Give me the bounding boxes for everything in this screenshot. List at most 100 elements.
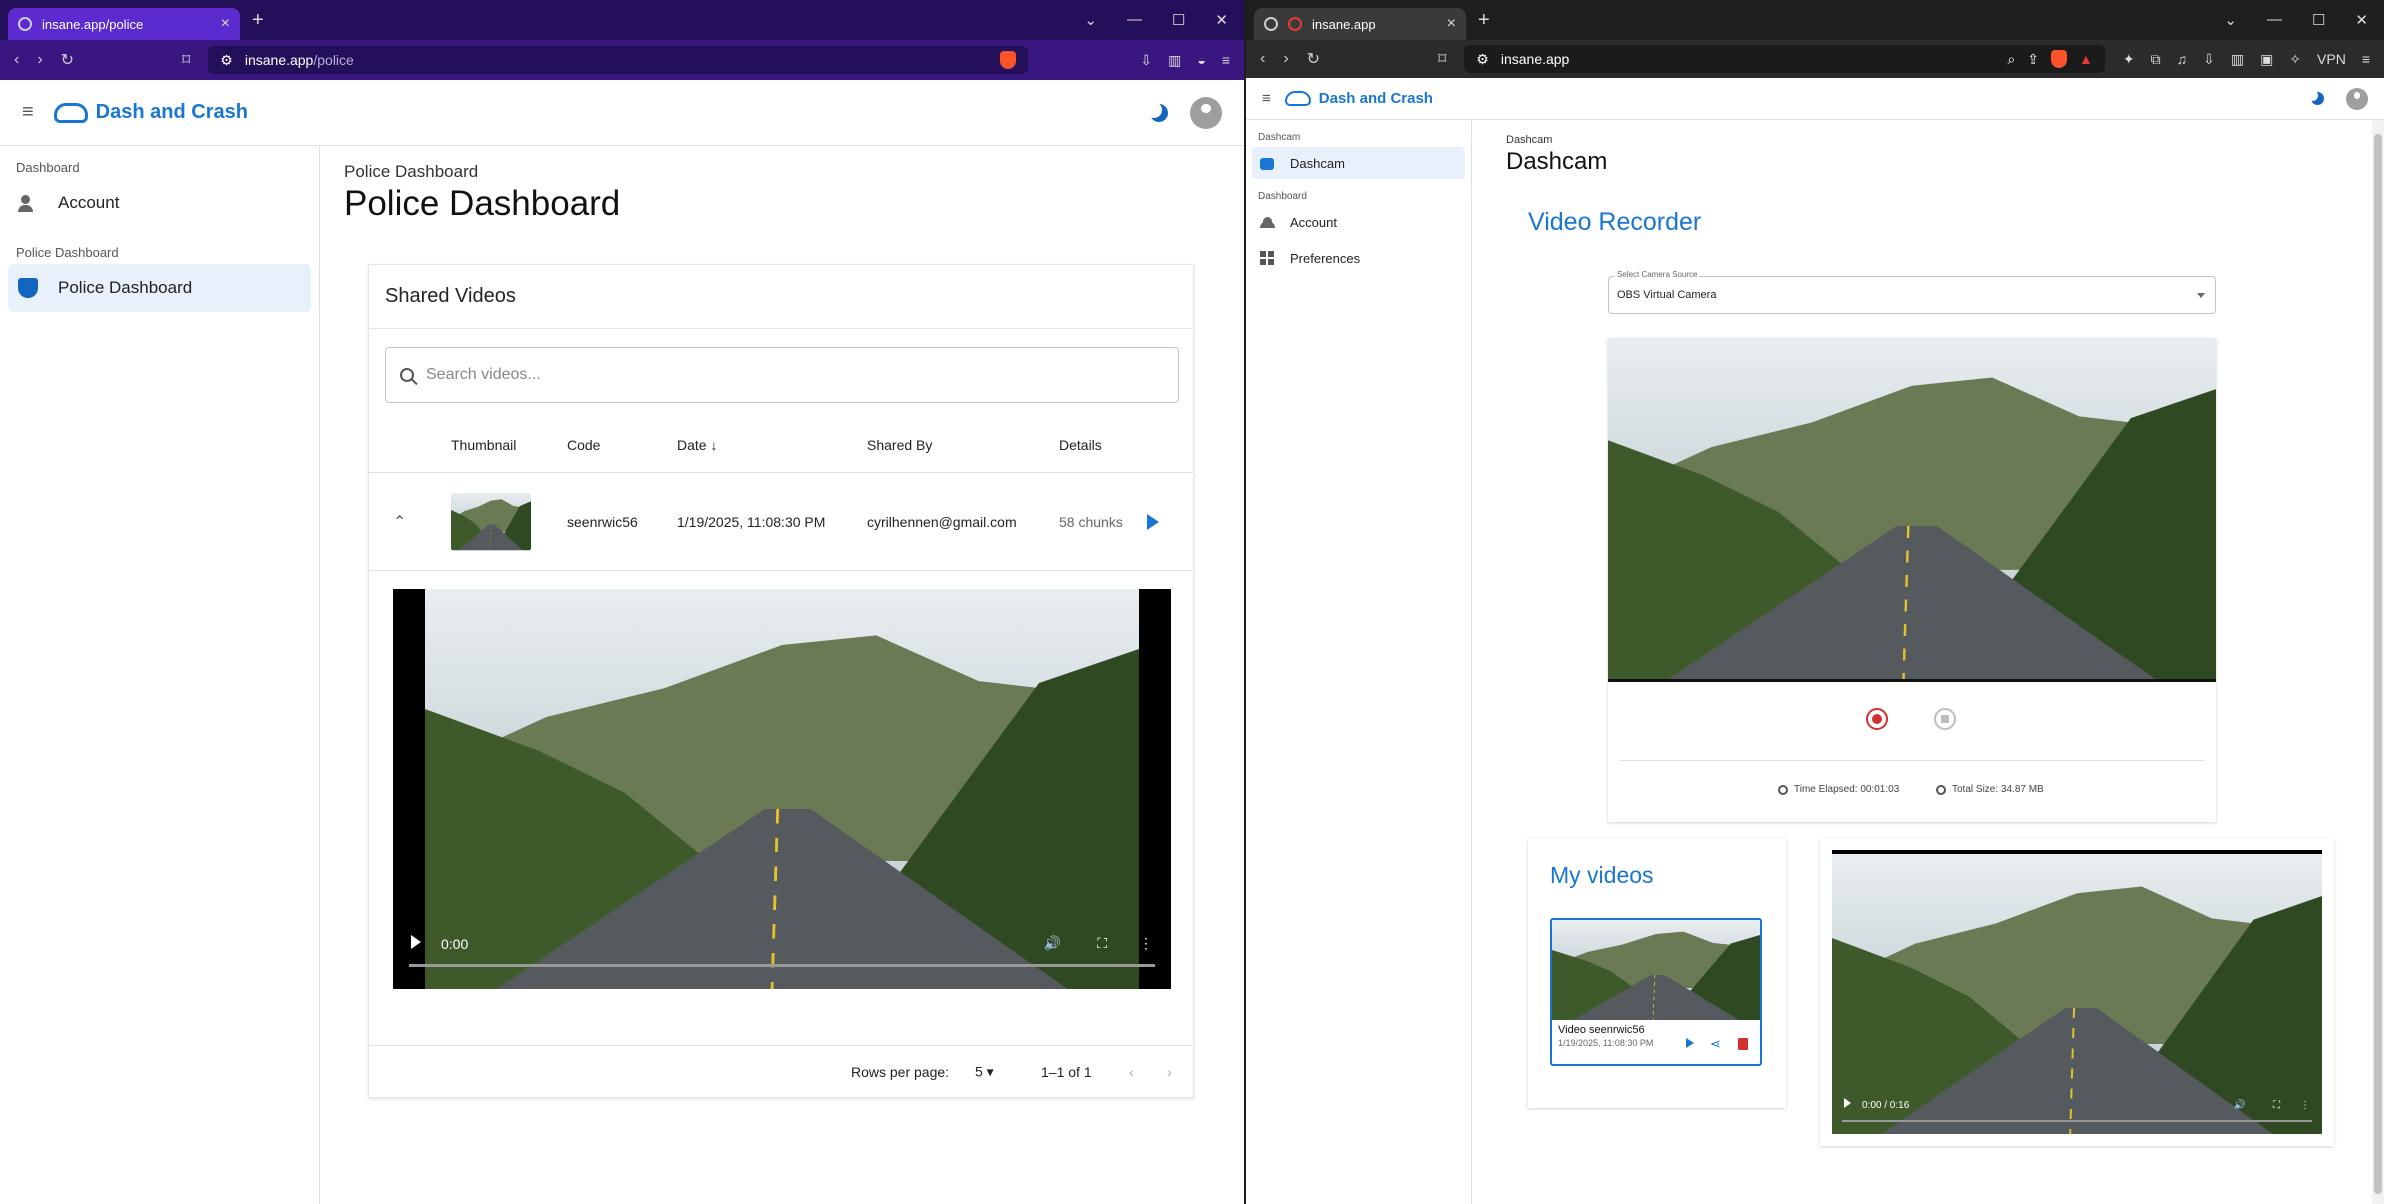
record-button[interactable] xyxy=(1866,708,1888,730)
storage-icon xyxy=(1936,784,1946,795)
private-icon[interactable]: ◒ xyxy=(1197,52,1205,69)
prev-page-icon[interactable]: ‹ xyxy=(1129,1064,1134,1080)
fullscreen-icon[interactable]: ⛶ xyxy=(1097,935,1107,952)
shield-icon xyxy=(18,278,38,298)
sidebar-item-police-dashboard[interactable]: Police Dashboard xyxy=(8,264,311,312)
col-date[interactable]: Date ↓ xyxy=(677,437,717,453)
download-icon[interactable]: ⇩ xyxy=(1140,52,1152,69)
table-row[interactable]: ⌃ seenrwic56 1/19/2025, 11:08:30 PM cyri… xyxy=(369,473,1193,571)
seek-bar[interactable] xyxy=(409,964,1155,967)
account-gear-icon xyxy=(1260,215,1275,229)
play-icon[interactable] xyxy=(1686,1038,1694,1048)
close-tab-icon[interactable]: × xyxy=(1447,15,1456,33)
delete-icon[interactable] xyxy=(1738,1038,1748,1050)
vpn-button[interactable]: VPN xyxy=(2317,51,2346,68)
volume-icon[interactable]: 🔊 xyxy=(1044,935,1061,952)
fullscreen-icon[interactable]: ⛶ xyxy=(2273,1100,2280,1111)
tab-search-icon[interactable]: ⌄ xyxy=(1084,11,1097,29)
app-brand[interactable]: Dash and Crash xyxy=(1284,90,1433,107)
browser-tab[interactable]: insane.app/police × xyxy=(8,8,240,40)
extensions-icon[interactable]: ⧉ xyxy=(2151,51,2161,68)
col-code[interactable]: Code xyxy=(567,437,600,453)
video-list-item[interactable]: Video seenrwic56 1/19/2025, 11:08:30 PM … xyxy=(1550,918,1762,1066)
seek-bar[interactable] xyxy=(1842,1120,2312,1122)
play-icon[interactable] xyxy=(1147,513,1159,530)
close-tab-icon[interactable]: × xyxy=(221,15,230,33)
avatar[interactable] xyxy=(2346,87,2368,110)
forward-icon[interactable]: › xyxy=(1283,50,1288,68)
brand-name: Dash and Crash xyxy=(95,101,248,123)
menu-collapse-icon[interactable]: ≡ xyxy=(1262,90,1271,107)
rows-per-page-select[interactable]: 5 ▾ xyxy=(975,1063,994,1080)
more-options-icon[interactable]: ⋮ xyxy=(1139,935,1153,952)
close-window-icon[interactable]: ✕ xyxy=(2355,11,2368,29)
brave-shield-icon[interactable] xyxy=(2051,50,2067,68)
tab-search-icon[interactable]: ⌄ xyxy=(2224,11,2237,29)
bookmark-icon[interactable]: ⌑ xyxy=(1438,49,1446,69)
share-page-icon[interactable]: ⇪ xyxy=(2027,51,2039,68)
scrollbar[interactable] xyxy=(2372,120,2384,1204)
sidebar-item-account[interactable]: Account xyxy=(8,179,311,227)
volume-icon[interactable]: 🔊 xyxy=(2234,1100,2246,1111)
back-icon[interactable]: ‹ xyxy=(14,51,19,69)
app-brand[interactable]: Dash and Crash xyxy=(53,101,248,124)
next-page-icon[interactable]: › xyxy=(1167,1064,1172,1080)
back-icon[interactable]: ‹ xyxy=(1260,50,1265,68)
wallet-icon[interactable]: ▣ xyxy=(2260,51,2273,68)
brave-shield-icon[interactable] xyxy=(1000,51,1017,69)
dark-mode-icon[interactable] xyxy=(2311,92,2324,105)
sidebar-icon[interactable]: ▥ xyxy=(1168,52,1181,69)
site-settings-icon[interactable]: ⚙ xyxy=(220,52,233,69)
minimize-icon[interactable]: — xyxy=(2267,11,2282,29)
more-options-icon[interactable]: ⋮ xyxy=(2300,1100,2310,1111)
sidebar-item-account[interactable]: Account xyxy=(1252,206,1465,238)
leo-ai-icon[interactable]: ✧ xyxy=(2289,51,2301,68)
video-player[interactable]: 0:00 🔊 ⛶ ⋮ xyxy=(393,589,1171,989)
collapse-icon[interactable]: ⌃ xyxy=(393,512,406,532)
col-details: Details xyxy=(1059,436,1102,453)
share-icon[interactable]: ⋖ xyxy=(1710,1036,1721,1052)
close-window-icon[interactable]: ✕ xyxy=(1215,11,1228,29)
address-bar[interactable]: ⚙ insane.app ⌕ ⇪ ▲ xyxy=(1464,45,2105,73)
bookmark-icon[interactable]: ⌑ xyxy=(182,50,190,70)
play-icon[interactable] xyxy=(411,935,421,949)
camera-source-select[interactable]: Select Camera Source OBS Virtual Camera xyxy=(1608,270,2216,314)
row-details: 58 chunks xyxy=(1059,513,1123,530)
maximize-icon[interactable]: ☐ xyxy=(2312,11,2325,29)
zoom-icon[interactable]: ⌕ xyxy=(2007,51,2015,68)
sidebar-item-label: Account xyxy=(58,193,120,212)
right-browser-window: insane.app × + ⌄ — ☐ ✕ ‹ › ↻ ⌑ ⚙ insane.… xyxy=(1246,0,2384,1204)
sidebar-item-dashcam[interactable]: Dashcam xyxy=(1252,147,1465,179)
maximize-icon[interactable]: ☐ xyxy=(1172,11,1185,29)
stop-button[interactable] xyxy=(1934,708,1956,730)
new-tab-icon[interactable]: + xyxy=(252,9,264,32)
rewards-icon[interactable]: ▲ xyxy=(2079,51,2093,67)
forward-icon[interactable]: › xyxy=(37,51,42,69)
recorder-card: Time Elapsed: 00:01:03 Total Size: 34.87… xyxy=(1608,338,2216,822)
search-input[interactable]: Search videos... xyxy=(385,347,1179,403)
menu-icon[interactable]: ≡ xyxy=(1222,52,1230,69)
reload-icon[interactable]: ↻ xyxy=(61,50,74,70)
avatar[interactable] xyxy=(1190,96,1222,129)
menu-collapse-icon[interactable]: ≡ xyxy=(22,101,34,124)
minimize-icon[interactable]: — xyxy=(1127,11,1142,29)
col-shared-by[interactable]: Shared By xyxy=(867,437,932,453)
camera-select-label: Select Camera Source xyxy=(1615,270,1700,279)
reload-icon[interactable]: ↻ xyxy=(1307,49,1320,69)
new-tab-icon[interactable]: + xyxy=(1478,9,1490,32)
download-icon[interactable]: ⇩ xyxy=(2203,51,2215,68)
extension-icon[interactable]: ✦ xyxy=(2123,51,2135,68)
music-icon[interactable]: ♫ xyxy=(2177,51,2188,68)
dark-mode-icon[interactable] xyxy=(1150,104,1168,122)
browser-tab[interactable]: insane.app × xyxy=(1254,8,1466,40)
play-icon[interactable] xyxy=(1844,1098,1851,1108)
sidebar-icon[interactable]: ▥ xyxy=(2231,51,2244,68)
address-bar[interactable]: ⚙ insane.app/police xyxy=(208,46,1029,74)
menu-icon[interactable]: ≡ xyxy=(2362,51,2370,68)
sidebar-item-preferences[interactable]: Preferences xyxy=(1252,242,1465,274)
video-player[interactable]: 0:00 / 0:16 🔊 ⛶ ⋮ xyxy=(1832,850,2322,1134)
dashboard-grid-icon xyxy=(1260,251,1274,265)
sidebar-section-header: Dashcam xyxy=(1258,132,1301,143)
url-host: insane.app xyxy=(244,52,314,68)
site-settings-icon[interactable]: ⚙ xyxy=(1476,51,1489,68)
